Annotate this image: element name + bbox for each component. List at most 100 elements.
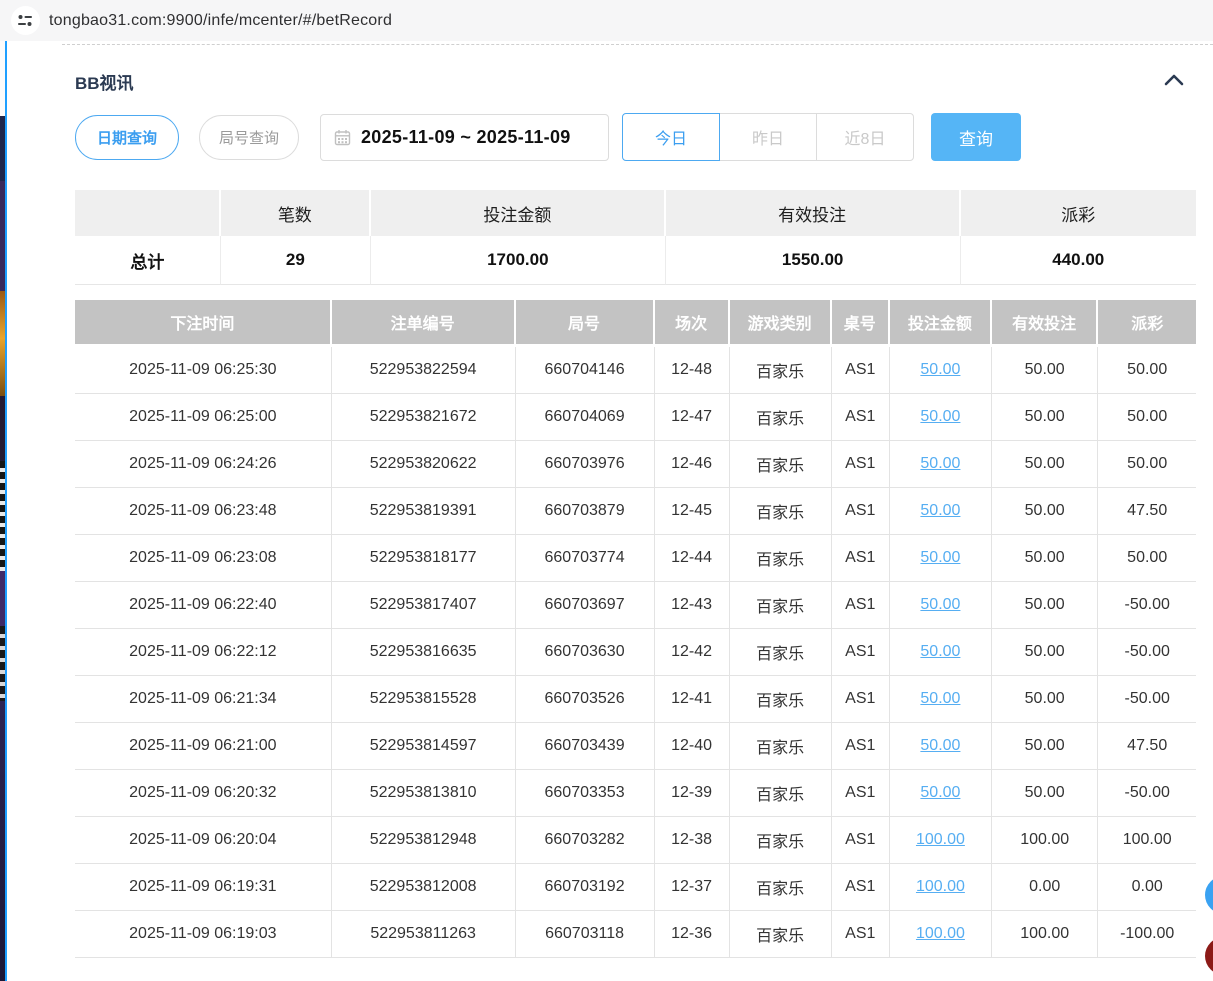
- search-button[interactable]: 查询: [931, 113, 1021, 161]
- cell-table_no: AS1: [832, 911, 890, 958]
- cell-session: 12-36: [655, 911, 730, 958]
- bet-amount-link[interactable]: 50.00: [920, 784, 960, 801]
- cell-valid: 50.00: [992, 535, 1098, 582]
- bet-amount-link[interactable]: 50.00: [920, 549, 960, 566]
- cell-amount: 50.00: [890, 770, 992, 817]
- bet-amount-link[interactable]: 50.00: [920, 408, 960, 425]
- cell-order_no: 522953818177: [332, 535, 516, 582]
- column-header-payout: 派彩: [1098, 300, 1196, 347]
- cell-session: 12-45: [655, 488, 730, 535]
- quick-today-button[interactable]: 今日: [622, 113, 720, 161]
- summary-header-cell: 笔数: [221, 190, 371, 236]
- bet-amount-link[interactable]: 50.00: [920, 643, 960, 660]
- bet-row: 2025-11-09 06:19:03522953811263660703118…: [75, 911, 1196, 958]
- cell-time: 2025-11-09 06:22:12: [75, 629, 332, 676]
- cell-session: 12-41: [655, 676, 730, 723]
- date-range-input[interactable]: 2025-11-09 ~ 2025-11-09: [320, 114, 609, 161]
- bet-row: 2025-11-09 06:20:04522953812948660703282…: [75, 817, 1196, 864]
- cell-amount: 100.00: [890, 864, 992, 911]
- cell-payout: 0.00: [1098, 864, 1196, 911]
- cell-session: 12-47: [655, 394, 730, 441]
- cell-valid: 100.00: [992, 817, 1098, 864]
- quick-range-group: 今日 昨日 近8日: [622, 113, 914, 161]
- bet-table: 下注时间注单编号局号场次游戏类别桌号投注金额有效投注派彩 2025-11-09 …: [75, 300, 1196, 958]
- screen: tongbao31.com:9900/infe/mcenter/#/betRec…: [0, 0, 1213, 981]
- cell-amount: 50.00: [890, 582, 992, 629]
- filter-row: 日期查询 局号查询 2025-11-09 ~ 2025-11-09: [75, 113, 1196, 161]
- bet-amount-link[interactable]: 100.00: [916, 925, 965, 942]
- bet-amount-link[interactable]: 100.00: [916, 831, 965, 848]
- collapse-button[interactable]: [1152, 71, 1196, 92]
- site-settings-icon[interactable]: [11, 6, 40, 35]
- date-query-tab[interactable]: 日期查询: [75, 115, 179, 160]
- summary-header-cell: 投注金额: [371, 190, 666, 236]
- bet-amount-link[interactable]: 50.00: [920, 455, 960, 472]
- cell-valid: 50.00: [992, 488, 1098, 535]
- summary-header-cell: [75, 190, 221, 236]
- cell-round_no: 660704146: [516, 347, 655, 394]
- round-query-tab[interactable]: 局号查询: [199, 115, 299, 160]
- cell-session: 12-37: [655, 864, 730, 911]
- cell-game: 百家乐: [730, 488, 832, 535]
- cell-session: 12-46: [655, 441, 730, 488]
- cell-amount: 100.00: [890, 817, 992, 864]
- bet-amount-link[interactable]: 50.00: [920, 690, 960, 707]
- bet-amount-link[interactable]: 50.00: [920, 596, 960, 613]
- bet-row: 2025-11-09 06:23:08522953818177660703774…: [75, 535, 1196, 582]
- cell-table_no: AS1: [832, 676, 890, 723]
- cell-time: 2025-11-09 06:25:00: [75, 394, 332, 441]
- bet-amount-link[interactable]: 50.00: [920, 737, 960, 754]
- cell-game: 百家乐: [730, 864, 832, 911]
- column-header-valid: 有效投注: [992, 300, 1098, 347]
- cell-valid: 50.00: [992, 676, 1098, 723]
- cell-game: 百家乐: [730, 770, 832, 817]
- column-header-time: 下注时间: [75, 300, 332, 347]
- cell-time: 2025-11-09 06:22:40: [75, 582, 332, 629]
- cell-payout: -100.00: [1098, 911, 1196, 958]
- summary-value-cell: 1700.00: [371, 236, 666, 285]
- cell-order_no: 522953821672: [332, 394, 516, 441]
- cell-round_no: 660704069: [516, 394, 655, 441]
- bet-header-row: 下注时间注单编号局号场次游戏类别桌号投注金额有效投注派彩: [75, 300, 1196, 347]
- cell-valid: 100.00: [992, 911, 1098, 958]
- cell-payout: 50.00: [1098, 394, 1196, 441]
- cell-amount: 50.00: [890, 441, 992, 488]
- cell-time: 2025-11-09 06:25:30: [75, 347, 332, 394]
- bet-amount-link[interactable]: 50.00: [920, 502, 960, 519]
- cell-table_no: AS1: [832, 582, 890, 629]
- tune-icon: [17, 13, 34, 28]
- cell-valid: 50.00: [992, 629, 1098, 676]
- calendar-icon: [334, 129, 351, 146]
- cell-round_no: 660703439: [516, 723, 655, 770]
- quick-yesterday-button[interactable]: 昨日: [719, 113, 817, 161]
- bet-row: 2025-11-09 06:22:40522953817407660703697…: [75, 582, 1196, 629]
- cell-time: 2025-11-09 06:20:32: [75, 770, 332, 817]
- cell-valid: 50.00: [992, 347, 1098, 394]
- bet-row: 2025-11-09 06:20:32522953813810660703353…: [75, 770, 1196, 817]
- cell-payout: -50.00: [1098, 770, 1196, 817]
- column-header-order_no: 注单编号: [332, 300, 516, 347]
- cell-payout: 47.50: [1098, 488, 1196, 535]
- cell-session: 12-48: [655, 347, 730, 394]
- cell-game: 百家乐: [730, 817, 832, 864]
- quick-last8days-button[interactable]: 近8日: [816, 113, 914, 161]
- cell-game: 百家乐: [730, 911, 832, 958]
- cell-table_no: AS1: [832, 817, 890, 864]
- browser-url-bar[interactable]: tongbao31.com:9900/infe/mcenter/#/betRec…: [0, 0, 1213, 41]
- cell-amount: 50.00: [890, 394, 992, 441]
- bet-row: 2025-11-09 06:19:31522953812008660703192…: [75, 864, 1196, 911]
- cell-round_no: 660703879: [516, 488, 655, 535]
- cell-session: 12-38: [655, 817, 730, 864]
- bet-amount-link[interactable]: 100.00: [916, 878, 965, 895]
- bet-amount-link[interactable]: 50.00: [920, 361, 960, 378]
- bet-row: 2025-11-09 06:25:00522953821672660704069…: [75, 394, 1196, 441]
- cell-round_no: 660703526: [516, 676, 655, 723]
- cell-order_no: 522953811263: [332, 911, 516, 958]
- bet-row: 2025-11-09 06:21:34522953815528660703526…: [75, 676, 1196, 723]
- cell-time: 2025-11-09 06:20:04: [75, 817, 332, 864]
- cell-amount: 100.00: [890, 911, 992, 958]
- cell-time: 2025-11-09 06:21:00: [75, 723, 332, 770]
- cell-round_no: 660703697: [516, 582, 655, 629]
- page-title: BB视讯: [75, 69, 134, 94]
- bet-row: 2025-11-09 06:24:26522953820622660703976…: [75, 441, 1196, 488]
